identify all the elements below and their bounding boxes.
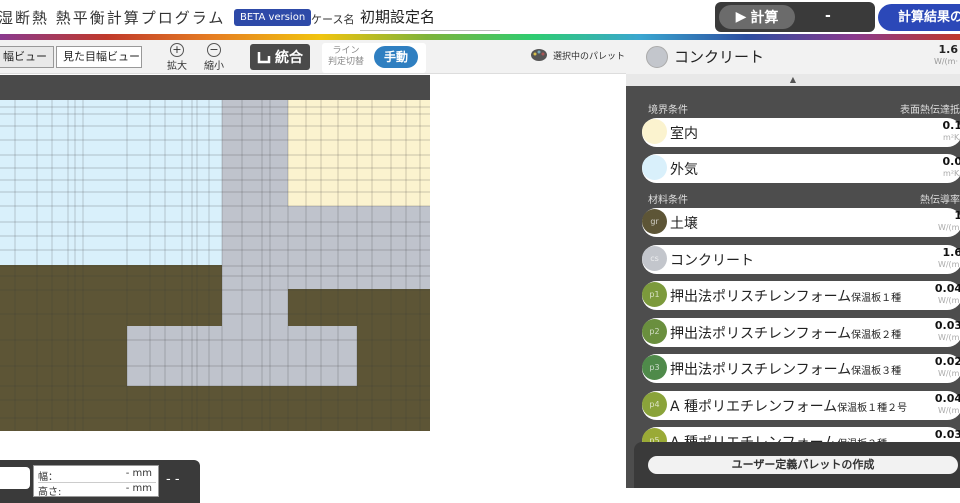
merge-button-label: 統合 [275,50,303,66]
selected-material-swatch [646,46,668,68]
case-name-label: ケース名 [311,13,355,26]
section-canvas[interactable] [0,75,430,431]
material-conditions-header: 材料条件 熱伝導率 [648,195,960,206]
palette-item[interactable]: 外気 0.0m²K/ [642,154,960,183]
palette-item-value: 0.1m²K/ [942,119,960,143]
create-user-palette-button[interactable]: ユーザー定義パレットの作成 [648,456,958,474]
palette-item-name: 土壌 [670,216,698,232]
merge-button[interactable]: 統合 [250,44,310,70]
cell-height-row: 高さ: - mm [38,482,156,498]
palette-item-name: 押出法ポリスチレンフォーム保温板１種 [670,289,902,305]
selected-material-display: コンクリート 1.6 W/(m· [626,40,960,74]
palette-item-value: 0.04 W/(m· [934,391,960,415]
palette-item-name: 外気 [670,162,698,178]
material-swatch [642,155,667,180]
material-swatch: p3 [642,355,667,380]
cell-size-fields: 幅： - mm 高さ: - mm [33,465,159,498]
indoor-region[interactable] [288,100,430,206]
palette-collapse-handle[interactable]: ▲ [626,74,960,86]
palette-item[interactable]: p2 押出法ポリスチレンフォーム保温板２種 0.03 W/(m· [642,317,960,347]
user-palette-bar: ユーザー定義パレットの作成 [634,442,960,488]
cell-coords: - - [166,472,180,487]
palette-item[interactable]: gr 土壌 1 W/(m· [642,208,960,237]
results-button[interactable]: 計算結果の [878,4,960,31]
palette-item-name: コンクリート [670,252,754,269]
material-swatch: p2 [642,318,667,344]
zoom-out-label: 縮小 [204,61,224,72]
palette-item-name: A 種ポリエチレンフォーム保温板１種２号 [670,398,908,415]
palette-item-value: 1.6 W/(m· [937,245,960,269]
line-judgement-switch: ライン 判定切替 手動 [322,43,426,73]
palette-item[interactable]: p4 A 種ポリエチレンフォーム保温板１種２号 0.04 W/(m· [642,390,960,420]
palette-item[interactable]: p1 押出法ポリスチレンフォーム保温板１種 0.04 W/(m· [642,281,960,310]
palette-item-value: 0.03W/(m· [934,318,960,342]
palette-item-name: 押出法ポリスチレンフォーム保温板２種 [670,325,902,342]
play-icon: ▶ [735,9,747,25]
apparent-width-view-toggle[interactable]: 見た目幅ビュー [56,46,142,68]
calc-status: - [825,8,831,24]
selected-palette-indicator: 選択中のパレット [530,48,625,62]
concrete-slab-region[interactable] [288,206,430,289]
material-swatch: p4 [642,391,667,417]
outdoor-air-region[interactable] [0,100,222,265]
calc-button[interactable]: ▶ 計算 [719,5,795,29]
zoom-in-icon: + [170,43,184,57]
canvas-toolbar: 幅ビュー 見た目幅ビュー + 拡大 − 縮小 統合 ライン 判定切替 手動 選択 [0,40,626,74]
info-panel-toggle[interactable] [0,467,30,489]
selected-palette-label: 選択中のパレット [553,51,626,62]
concrete-footing-region[interactable] [127,326,357,386]
app-header: 湿断熱 熱平衡計算プログラム BETA version ケース名 初期設定名 ▶… [0,0,960,34]
palette-item[interactable]: 室内 0.1m²K/ [642,118,960,147]
palette-icon [531,49,547,61]
material-swatch: cs [642,245,667,271]
zoom-out-icon: − [207,43,221,57]
boundary-conditions-header: 境界条件 表面熱伝達抵 [648,105,960,116]
concrete-wall-region[interactable] [222,100,288,326]
app-title: 湿断熱 熱平衡計算プログラム [0,9,226,27]
manual-toggle-button[interactable]: 手動 [374,46,418,68]
merge-icon [257,52,271,64]
canvas-bottom-margin [0,431,430,461]
cell-width-value: - mm [125,468,152,479]
material-swatch [642,119,667,144]
palette-item-name: 押出法ポリスチレンフォーム保温板３種 [670,362,902,378]
zoom-in-button[interactable]: + 拡大 [163,43,191,72]
cell-width-row: 幅： - mm [38,468,152,483]
zoom-out-button[interactable]: − 縮小 [200,43,228,72]
palette-item[interactable]: p3 押出法ポリスチレンフォーム保温板３種 0.02 W/(m· [642,354,960,383]
palette-item-value: 0.0m²K/ [942,155,960,179]
palette-bottom-margin [626,488,960,503]
palette-item[interactable]: cs コンクリート 1.6 W/(m· [642,244,960,274]
beta-badge: BETA version [234,9,312,26]
calc-bar: ▶ 計算 - [715,2,875,32]
app-root: 湿断熱 熱平衡計算プログラム BETA version ケース名 初期設定名 ▶… [0,0,960,503]
canvas-top-band [0,75,430,100]
case-name-input[interactable]: 初期設定名 [360,6,500,31]
chevron-up-icon: ▲ [789,75,797,84]
palette-item-value: 0.04 W/(m· [934,282,960,306]
material-swatch: p1 [642,282,667,307]
line-switch-label: ライン 判定切替 [328,46,365,67]
width-view-toggle[interactable]: 幅ビュー [0,46,54,68]
palette-item-value: 0.02 W/(m· [934,355,960,379]
material-swatch: gr [642,209,667,234]
calc-button-label: 計算 [750,10,779,26]
palette-item-name: 室内 [670,126,698,142]
selected-material-value: 1.6 W/(m· [933,43,958,67]
palette-panel: ▲ 境界条件 表面熱伝達抵 室内 0.1m²K/外気 0.0m²K/ 材料条件 熱伝… [626,74,960,488]
palette-item-value: 1 W/(m· [937,209,960,233]
selected-material-name: コンクリート [674,48,765,66]
cell-height-value: - mm [125,483,152,494]
cell-info-panel: 幅： - mm 高さ: - mm - - [0,460,200,503]
zoom-in-label: 拡大 [167,61,187,72]
